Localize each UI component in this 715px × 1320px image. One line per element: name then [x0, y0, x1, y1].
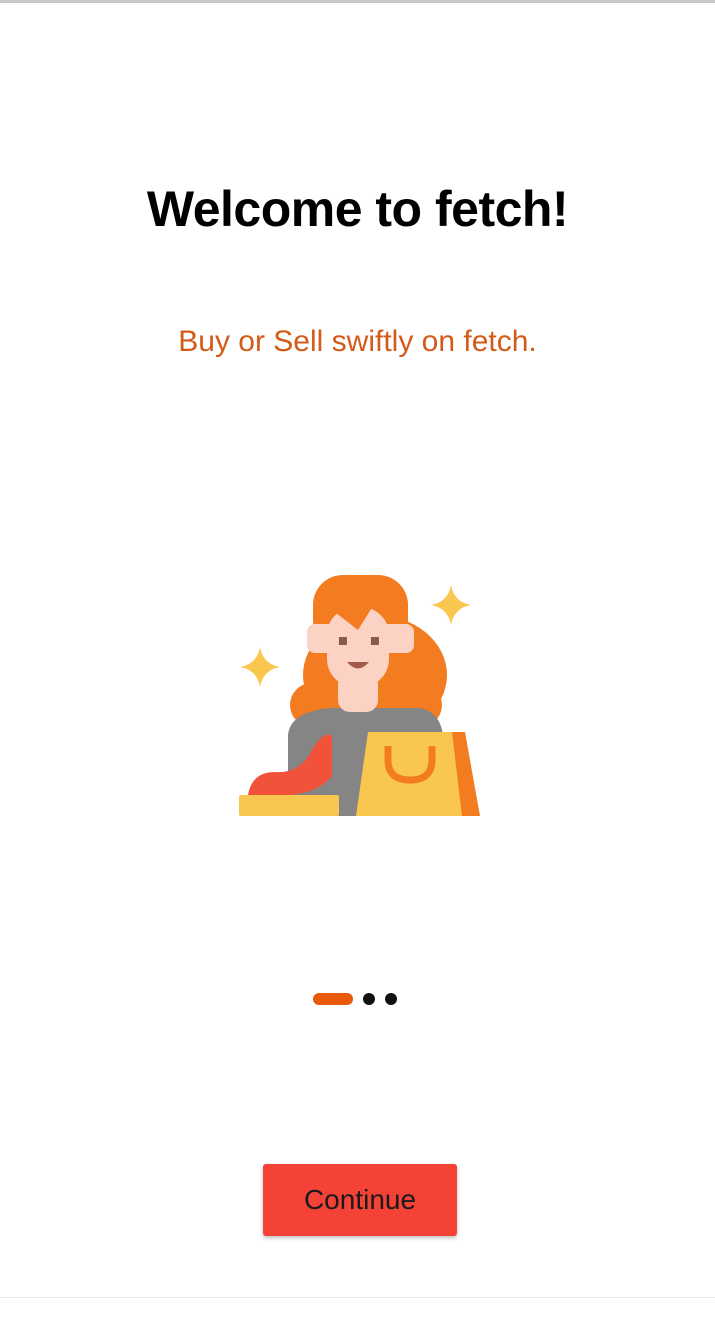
- sparkle-icon: [431, 585, 471, 625]
- continue-button[interactable]: Continue: [263, 1164, 457, 1236]
- page-indicator-dot: [363, 993, 375, 1005]
- top-divider: [0, 0, 715, 3]
- sparkle-icon: [240, 647, 280, 687]
- woman-shopping-icon: [230, 560, 490, 830]
- page-indicator-active-dot: [313, 993, 353, 1005]
- page-subtitle: Buy or Sell swiftly on fetch.: [178, 325, 537, 358]
- page-title: Welcome to fetch!: [146, 181, 569, 237]
- bottom-divider: [0, 1297, 715, 1298]
- page-indicator: [313, 992, 397, 1006]
- page-indicator-dot: [385, 993, 397, 1005]
